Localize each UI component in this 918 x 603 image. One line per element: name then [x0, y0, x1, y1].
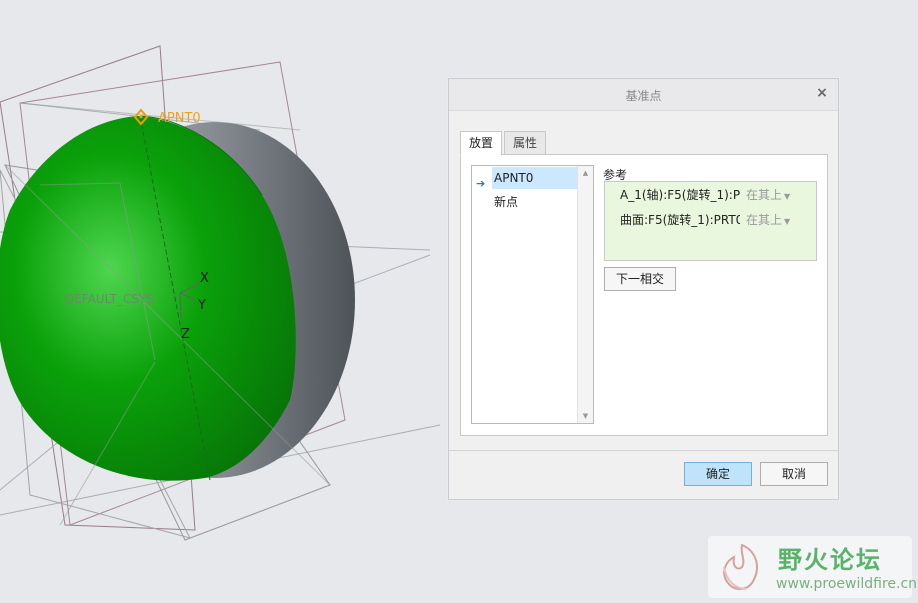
reference-row[interactable]: A_1(轴):F5(旋转_1):PR 在其上 ▼	[620, 185, 810, 205]
axis-z-label: Z	[181, 327, 190, 342]
list-scrollbar[interactable]: ▲ ▼	[577, 166, 593, 423]
chevron-down-icon: ▼	[784, 217, 791, 226]
watermark-url: www.proewildfire.cn	[776, 576, 918, 592]
placement-panel: ➔ APNT0 新点 ▲ ▼ 参考 A_1(轴):F5(旋转_1):PR 在其上…	[460, 154, 828, 436]
scroll-up-icon[interactable]: ▲	[578, 166, 593, 180]
ok-button[interactable]: 确定	[684, 462, 752, 486]
axis-y-label: Y	[197, 298, 206, 313]
tab-properties[interactable]: 属性	[504, 131, 547, 156]
reference-text: A_1(轴):F5(旋转_1):PR	[620, 188, 740, 202]
constraint-type-dropdown[interactable]: 在其上 ▼	[746, 210, 790, 232]
close-icon[interactable]: ×	[814, 85, 830, 101]
next-intersection-button[interactable]: 下一相交	[604, 267, 676, 291]
arrow-right-icon: ➔	[476, 177, 486, 190]
constraint-type-dropdown[interactable]: 在其上 ▼	[746, 185, 790, 207]
forum-watermark: 野火论坛 www.proewildfire.cn	[708, 536, 917, 598]
scroll-down-icon[interactable]: ▼	[578, 409, 593, 423]
axis-x-label: X	[200, 271, 209, 286]
point-list[interactable]: ➔ APNT0 新点 ▲ ▼	[471, 165, 594, 424]
flame-logo-icon	[723, 543, 758, 590]
csys-label: DEFAULT_CSYS	[65, 292, 154, 306]
datum-point-dialog: 基准点 × 放置 属性 ➔ APNT0 新点 ▲ ▼ 参考 A_1(轴):F5(…	[448, 78, 839, 500]
tab-placement[interactable]: 放置	[460, 131, 503, 156]
dialog-divider	[449, 450, 838, 451]
dialog-titlebar[interactable]: 基准点 ×	[449, 79, 838, 111]
list-item-new-point[interactable]: 新点	[472, 191, 577, 213]
chevron-down-icon: ▼	[784, 192, 791, 201]
list-item-apnt0[interactable]: APNT0	[492, 167, 577, 189]
datum-point-label: APNT0	[158, 111, 201, 126]
cancel-button[interactable]: 取消	[760, 462, 828, 486]
reference-text: 曲面:F5(旋转_1):PRT0(	[620, 213, 740, 227]
dialog-title: 基准点	[625, 89, 662, 103]
reference-row[interactable]: 曲面:F5(旋转_1):PRT0( 在其上 ▼	[620, 210, 810, 230]
watermark-title: 野火论坛	[778, 546, 882, 574]
references-collector[interactable]: A_1(轴):F5(旋转_1):PR 在其上 ▼ 曲面:F5(旋转_1):PRT0…	[604, 181, 817, 261]
